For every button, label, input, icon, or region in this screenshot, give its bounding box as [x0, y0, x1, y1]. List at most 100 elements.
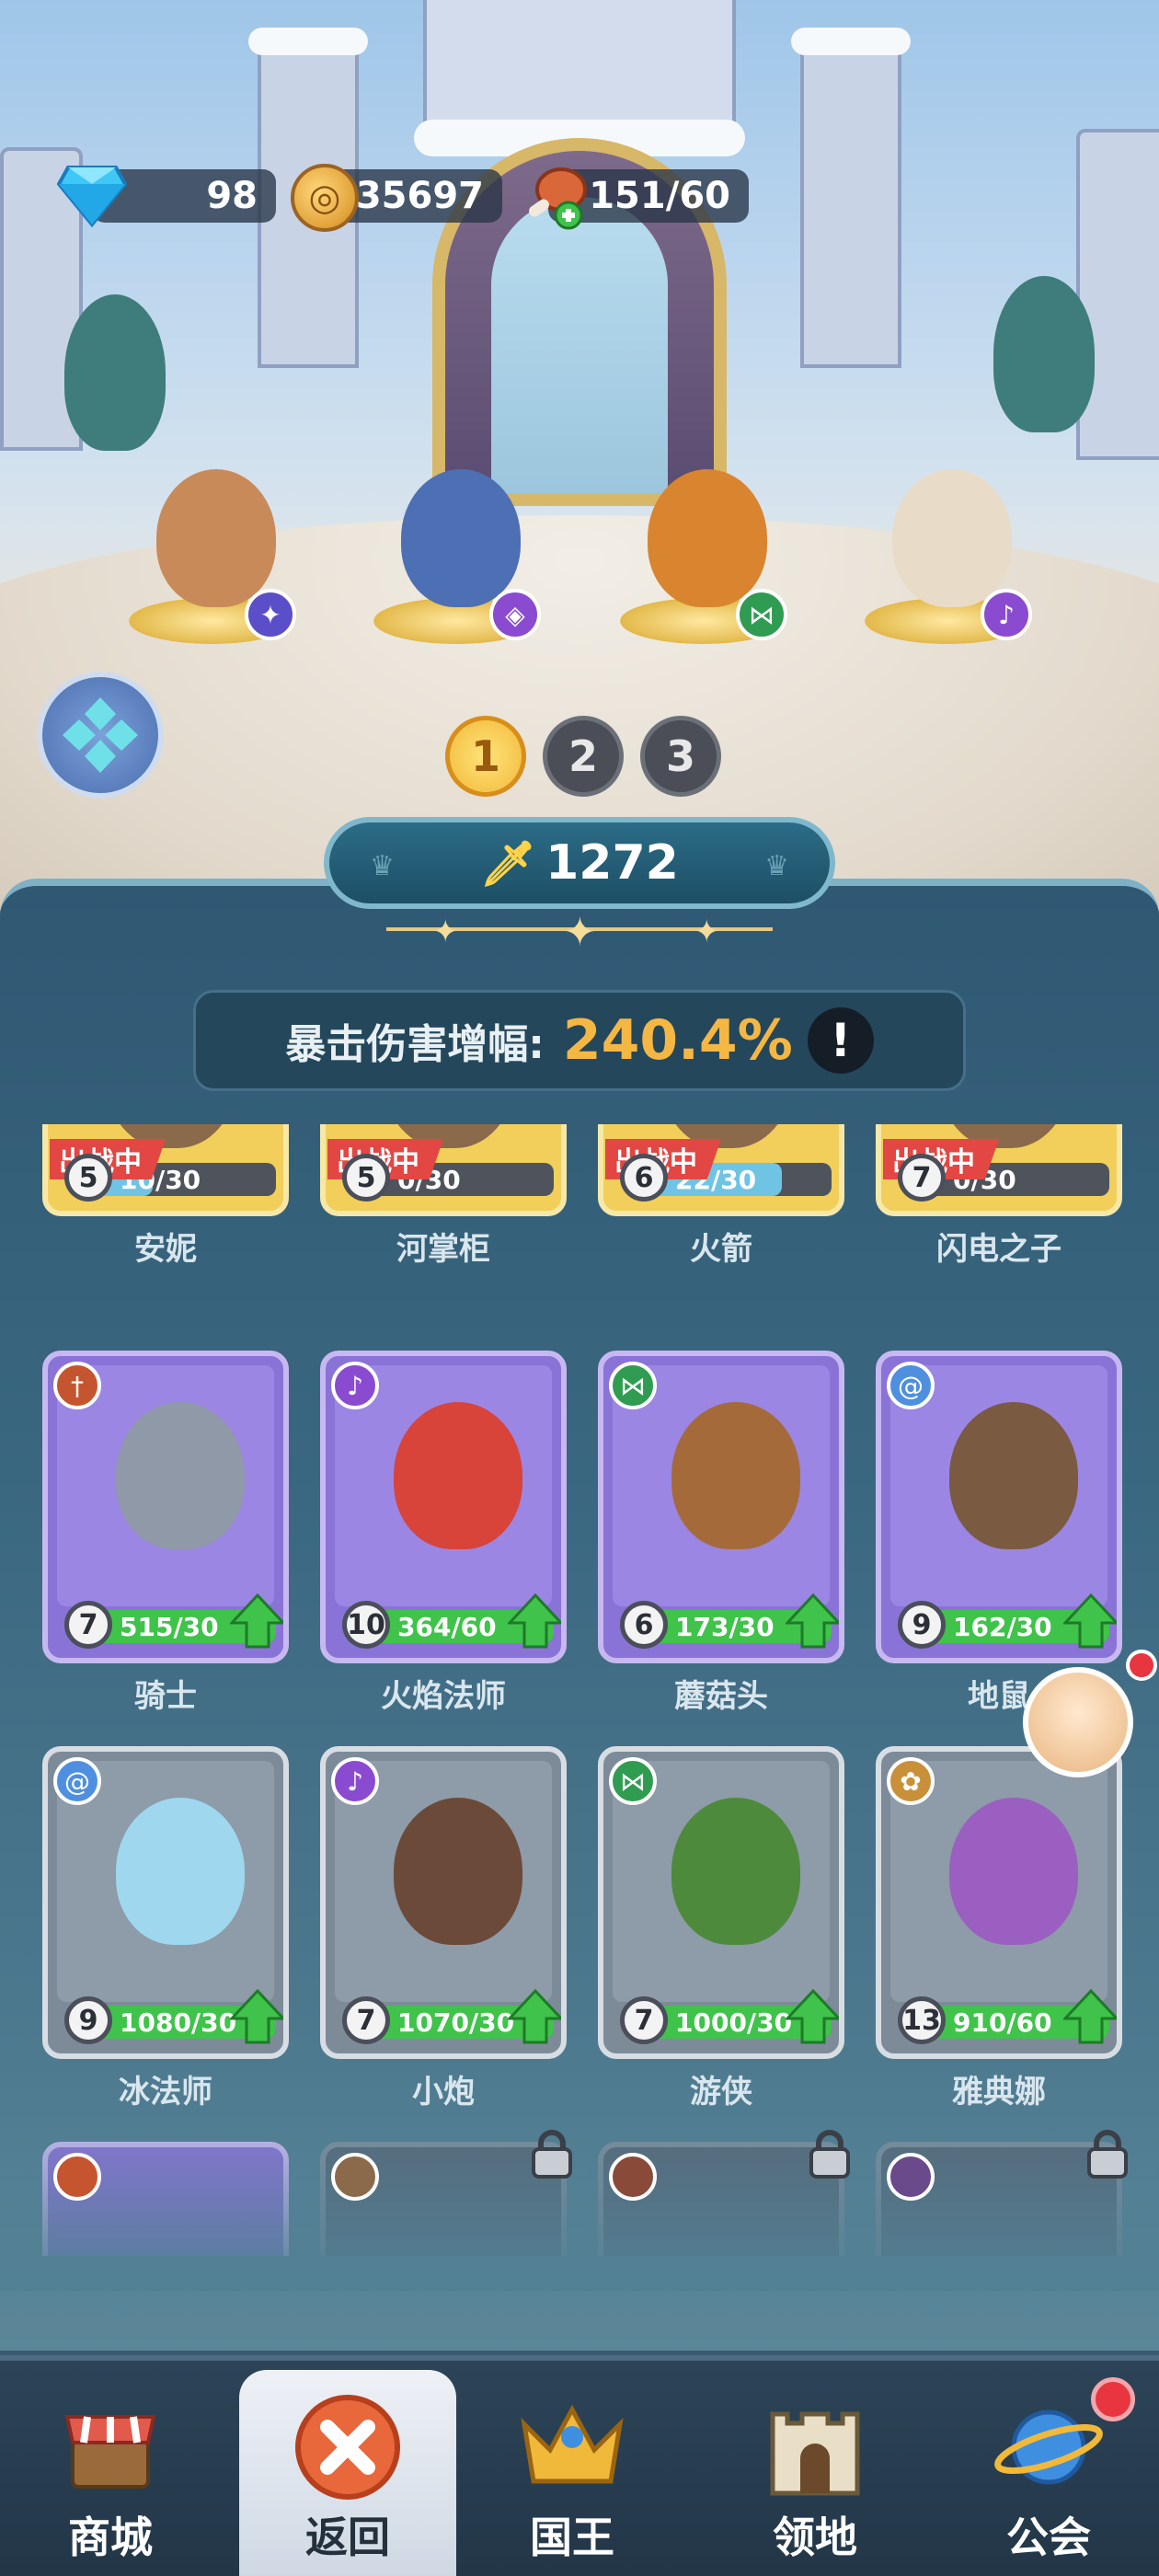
hero-card[interactable]: ♪ 10 364/60 火焰法师 [320, 1351, 567, 1719]
hero-card[interactable]: ♪ 7 1070/30 小炮 [320, 1746, 567, 2114]
wings-icon: ✿ [887, 1757, 935, 1805]
hero-card[interactable]: @9 1080/30 冰法师 [42, 1746, 289, 2114]
upgrade-arrow-icon[interactable] [786, 1593, 841, 1649]
hero-portrait [671, 1798, 800, 1945]
hero-portrait [116, 1402, 245, 1549]
upgrade-arrow-icon[interactable] [230, 1989, 285, 2044]
upgrade-arrow-icon[interactable] [1063, 1593, 1119, 1649]
progress-text: 364/60 [397, 1611, 497, 1642]
hero-portrait [648, 469, 767, 607]
hero-name: 冰法师 [119, 2074, 212, 2110]
network-icon: ⋈ [609, 1362, 657, 1409]
paw-icon: ✦ [245, 589, 296, 640]
crown-decoration-icon: ♛ [370, 850, 395, 882]
party-hero-4[interactable]: ♪ [855, 432, 1039, 644]
page-button-2[interactable]: 2 [543, 716, 624, 797]
hero-portrait [949, 1402, 1078, 1549]
nav-king[interactable]: 国王 [471, 2392, 673, 2576]
nav-label: 返回 [305, 2513, 390, 2562]
level-progress: 7 0/30 [898, 1154, 1109, 1202]
upgrade-arrow-icon[interactable] [508, 1989, 563, 2044]
hero-name: 游侠 [690, 2074, 752, 2110]
level-progress: 6 22/30 [620, 1154, 832, 1202]
hero-name: 闪电之子 [936, 1231, 1061, 1268]
hero-name: 河掌柜 [396, 1231, 490, 1268]
formation-button[interactable] [37, 672, 164, 799]
role-icon [331, 2153, 379, 2201]
level-progress: 13 910/60 [898, 1989, 1117, 2044]
level-badge: 9 [898, 1601, 946, 1649]
info-button[interactable]: ! [807, 1007, 874, 1074]
deployed-hero-card[interactable]: 出战中70/30 闪电之子 [876, 1124, 1122, 1268]
guild-notification-dot [1091, 2377, 1135, 2421]
role-icon [887, 2153, 935, 2201]
hero-name: 火箭 [690, 1231, 752, 1268]
level-progress: 7 515/30 [64, 1593, 283, 1649]
lock-icon [809, 2130, 850, 2179]
deployed-hero-card[interactable]: 出战中510/30 安妮 [42, 1124, 289, 1268]
progress-text: 1000/30 [675, 2007, 793, 2038]
nav-back[interactable]: 返回 [247, 2392, 449, 2576]
sword-power-icon: 🗡 [480, 837, 537, 890]
spiral-icon: @ [887, 1362, 935, 1409]
diamond-eye-icon: ◈ [489, 589, 541, 640]
staff-icon: ♪ [331, 1757, 379, 1805]
page-button-3[interactable]: 3 [640, 716, 721, 797]
nav-label: 国王 [530, 2513, 614, 2562]
upgrade-arrow-icon[interactable] [230, 1593, 285, 1649]
level-progress: 7 1070/30 [342, 1989, 561, 2044]
card-face: ♪ 7 1070/30 [320, 1746, 567, 2059]
star-decoration-icon: ✦ [563, 909, 597, 956]
level-progress: 5 0/30 [342, 1154, 554, 1202]
hero-portrait [949, 1798, 1078, 1945]
hero-name: 小炮 [412, 2074, 475, 2110]
progress-text: 1080/30 [120, 2007, 237, 2038]
party-hero-1[interactable]: ✦ [120, 432, 304, 644]
power-value: 1272 [545, 835, 679, 891]
gold-coin-icon: ◎ [291, 164, 359, 232]
hero-card[interactable]: ✿ 13 910/60 雅典娜 [876, 1746, 1122, 2114]
meat-stamina-icon [521, 158, 594, 232]
level-progress: 6 173/30 [620, 1593, 839, 1649]
hero-portrait [394, 1402, 522, 1549]
nav-territory[interactable]: 领地 [714, 2392, 916, 2576]
level-badge: 6 [620, 1154, 668, 1202]
card-face: 出战中510/30 [42, 1124, 289, 1216]
page-button-1[interactable]: 1 [445, 716, 526, 797]
hero-card[interactable]: ⋈ 6 173/30 蘑菇头 [598, 1351, 844, 1719]
upgrade-arrow-icon[interactable] [1063, 1989, 1119, 2044]
castle-icon [760, 2392, 870, 2502]
hero-card[interactable]: @9 162/30 地鼠 [876, 1351, 1122, 1719]
level-progress: 9 162/30 [898, 1593, 1117, 1649]
nav-shop[interactable]: 商城 [9, 2392, 212, 2576]
party-hero-3[interactable]: ⋈ [611, 432, 795, 644]
level-progress: 7 1000/30 [620, 1989, 839, 2044]
party-hero-2[interactable]: ◈ [364, 432, 548, 644]
upgrade-arrow-icon[interactable] [508, 1593, 563, 1649]
hero-card[interactable]: ⋈ 7 1000/30 游侠 [598, 1746, 844, 2114]
network-icon: ⋈ [609, 1757, 657, 1805]
spiral-icon: @ [53, 1757, 101, 1805]
deployed-hero-card[interactable]: 出战中622/30 火箭 [598, 1124, 844, 1268]
shop-icon [55, 2392, 166, 2502]
staff-icon: ♪ [981, 589, 1032, 640]
crown-icon [517, 2392, 627, 2502]
hero-name: 安妮 [134, 1231, 197, 1268]
progress-text: 162/30 [953, 1611, 1052, 1642]
floating-assistant-avatar[interactable] [1023, 1667, 1133, 1777]
hero-portrait [671, 1402, 800, 1549]
lock-icon [532, 2130, 572, 2179]
progress-text: 515/30 [120, 1611, 219, 1642]
level-progress: 5 10/30 [64, 1154, 276, 1202]
level-badge: 7 [898, 1154, 946, 1202]
role-icon [53, 2153, 101, 2201]
planet-icon [993, 2392, 1104, 2502]
deployed-hero-card[interactable]: 出战中50/30 河掌柜 [320, 1124, 567, 1268]
crit-damage-stat: 暴击伤害增幅: 240.4% ! [193, 990, 966, 1091]
hero-card[interactable]: † 7 515/30 骑士 [42, 1351, 289, 1719]
star-decoration-icon: ✦ [432, 914, 459, 950]
nav-label: 商城 [68, 2513, 153, 2562]
upgrade-arrow-icon[interactable] [786, 1989, 841, 2044]
level-badge: 7 [620, 1996, 668, 2044]
team-power-banner: ♛ 🗡 1272 ♛ [324, 817, 835, 909]
